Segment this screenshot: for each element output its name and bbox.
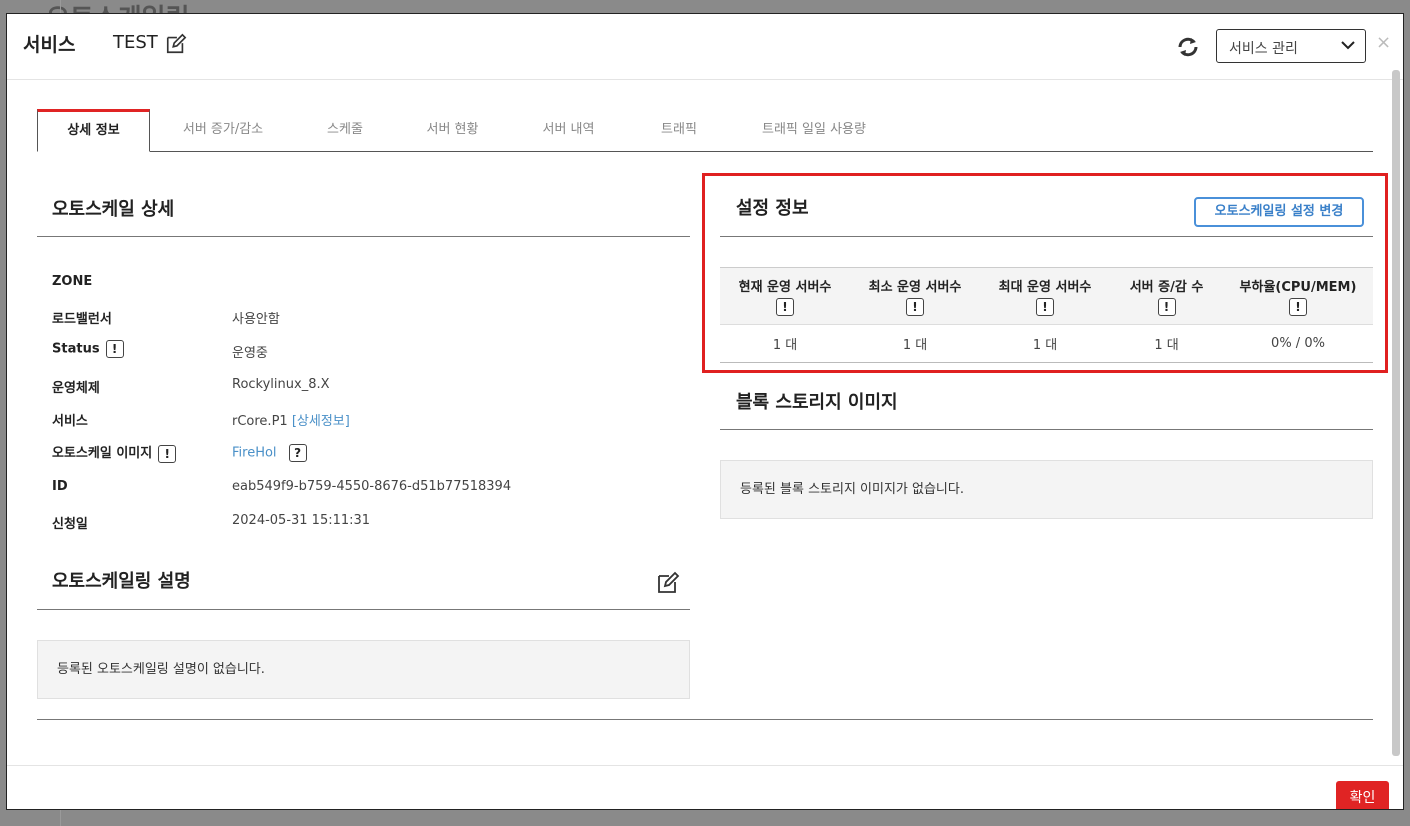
max-servers-info-icon[interactable]: !	[1036, 298, 1054, 316]
autoscale-image-label-text: 오토스케일 이미지	[52, 446, 153, 461]
storage-divider	[720, 429, 1373, 430]
col-max-servers: 최대 운영 서버수!	[980, 267, 1110, 325]
scale-count-value: 1 대	[1110, 324, 1223, 363]
chevron-down-icon	[1341, 41, 1355, 50]
id-value: eab549f9-b759-4550-8676-d51b77518394	[232, 479, 512, 494]
tab-server-scale[interactable]: 서버 증가/감소	[173, 109, 273, 151]
autoscale-image-value: FireHol?	[232, 444, 307, 462]
autoscale-image-info-icon[interactable]: !	[158, 444, 177, 463]
details-divider	[37, 236, 690, 237]
loadbalancer-label: 로드밸런서	[52, 312, 112, 327]
tab-detail[interactable]: 상세 정보	[37, 109, 150, 152]
content-bottom-divider	[37, 719, 1373, 720]
loadbalancer-value: 사용안함	[232, 312, 280, 327]
col-load-label: 부하율(CPU/MEM)	[1239, 280, 1357, 295]
tab-bar: 상세 정보 서버 증가/감소 스케줄 서버 현황 서버 내역 트래픽 트래픽 일…	[37, 109, 1373, 152]
autoscale-image-label: 오토스케일 이미지!	[52, 442, 177, 463]
edit-description-icon[interactable]	[656, 571, 680, 595]
service-name: TEST	[113, 32, 158, 53]
date-value: 2024-05-31 15:11:31	[232, 513, 371, 528]
scrollbar[interactable]	[1392, 70, 1400, 756]
table-row: 1 대 1 대 1 대 1 대 0% / 0%	[720, 324, 1373, 363]
footer-divider	[7, 765, 1403, 766]
service-modal: 서비스 TEST 서비스 관리 × 상세 정보 서버 증가/감소 스케줄 서버 …	[6, 13, 1404, 810]
col-current-servers: 현재 운영 서버수!	[720, 267, 850, 325]
status-info-icon[interactable]: !	[105, 340, 124, 358]
storage-empty-box: 등록된 블록 스토리지 이미지가 없습니다.	[720, 460, 1373, 519]
edit-name-icon[interactable]	[165, 33, 187, 55]
description-divider	[37, 609, 690, 610]
change-settings-button[interactable]: 오토스케일링 설정 변경	[1194, 197, 1364, 227]
description-empty-box: 등록된 오토스케일링 설명이 없습니다.	[37, 640, 690, 699]
id-label: ID	[52, 479, 68, 494]
tab-daily-traffic[interactable]: 트래픽 일일 사용량	[749, 109, 879, 151]
service-manage-select[interactable]: 서비스 관리	[1216, 29, 1366, 63]
current-servers-value: 1 대	[720, 324, 850, 363]
col-min-servers: 최소 운영 서버수!	[850, 267, 980, 325]
scale-count-info-icon[interactable]: !	[1157, 298, 1176, 316]
help-icon[interactable]: ?	[288, 444, 307, 462]
col-max-servers-label: 최대 운영 서버수	[998, 280, 1092, 295]
date-label: 신청일	[52, 517, 88, 532]
select-value: 서비스 관리	[1229, 41, 1298, 57]
min-servers-value: 1 대	[850, 324, 980, 363]
min-servers-info-icon[interactable]: !	[906, 298, 924, 316]
refresh-icon[interactable]	[1175, 34, 1201, 60]
confirm-button[interactable]: 확인	[1336, 781, 1389, 809]
col-min-servers-label: 최소 운영 서버수	[868, 280, 962, 295]
os-label: 운영체제	[52, 381, 100, 396]
settings-table: 현재 운영 서버수! 최소 운영 서버수! 최대 운영 서버수! 서버 증/감 …	[720, 267, 1373, 363]
details-title: 오토스케일 상세	[52, 199, 175, 220]
storage-title: 블록 스토리지 이미지	[736, 392, 898, 413]
tab-traffic[interactable]: 트래픽	[649, 109, 709, 151]
description-empty-text: 등록된 오토스케일링 설명이 없습니다.	[57, 662, 265, 677]
storage-empty-text: 등록된 블록 스토리지 이미지가 없습니다.	[740, 482, 964, 497]
os-value: Rockylinux_8.X	[232, 377, 330, 392]
service-value: rCore.P1 [상세정보]	[232, 410, 350, 429]
current-servers-info-icon[interactable]: !	[776, 298, 794, 316]
autoscale-image-link[interactable]: FireHol	[232, 446, 277, 461]
status-label-text: Status	[52, 341, 100, 357]
max-servers-value: 1 대	[980, 324, 1110, 363]
service-detail-link[interactable]: [상세정보]	[292, 414, 350, 429]
col-load: 부하율(CPU/MEM)!	[1223, 267, 1373, 325]
col-current-servers-label: 현재 운영 서버수	[738, 280, 832, 295]
description-title: 오토스케일링 설명	[52, 571, 191, 592]
tab-server-status[interactable]: 서버 현황	[415, 109, 490, 151]
settings-title: 설정 정보	[736, 198, 809, 219]
zone-label: ZONE	[52, 274, 93, 289]
settings-header-row: 현재 운영 서버수! 최소 운영 서버수! 최대 운영 서버수! 서버 증/감 …	[720, 267, 1373, 325]
status-value: 운영중	[232, 346, 268, 361]
service-value-text: rCore.P1	[232, 414, 288, 429]
status-label: Status!	[52, 340, 124, 358]
load-info-icon[interactable]: !	[1289, 298, 1307, 316]
close-icon[interactable]: ×	[1376, 32, 1391, 53]
col-scale-count: 서버 증/감 수!	[1110, 267, 1223, 325]
settings-divider	[720, 236, 1373, 237]
service-label: 서비스	[52, 414, 88, 429]
modal-title: 서비스	[23, 34, 76, 56]
modal-header: 서비스 TEST 서비스 관리 ×	[7, 14, 1403, 80]
tab-server-history[interactable]: 서버 내역	[531, 109, 606, 151]
load-value: 0% / 0%	[1223, 324, 1373, 363]
tab-schedule[interactable]: 스케줄	[315, 109, 375, 151]
col-scale-count-label: 서버 증/감 수	[1129, 280, 1204, 295]
